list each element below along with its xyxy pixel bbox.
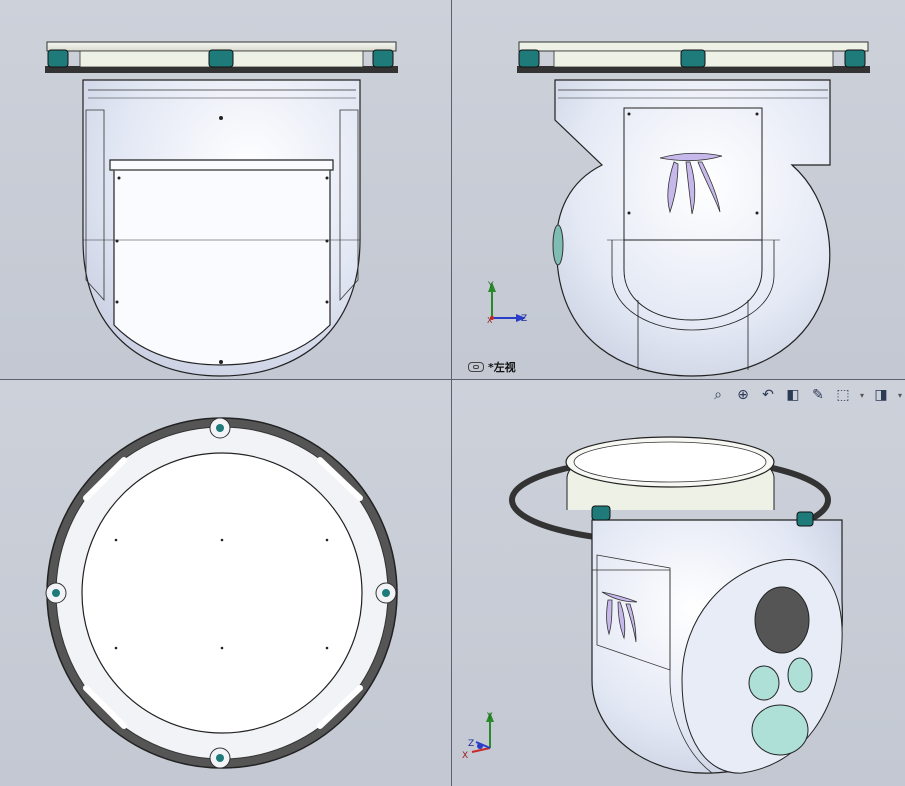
camera-lens [754,586,810,654]
triad-x-label: X [487,316,493,325]
front-view-drawing [45,41,398,377]
triad-z-label: Z [468,739,474,749]
triad-x-label: X [462,751,468,761]
view-name-label: *左视 [468,359,516,375]
triad-y-label: Y [486,712,493,722]
sensor-window-small [748,665,780,701]
link-view-icon [468,362,484,372]
view-name-text: *左视 [488,361,516,374]
sensor-window [109,159,334,366]
top-view-viewport[interactable] [0,380,451,786]
left-view-drawing: Y Z X [487,41,870,377]
isometric-view-drawing: Y Z X [462,436,843,774]
gimbal-body-side [554,79,831,377]
sensor-window-small [787,657,813,693]
viewport-divider-vertical[interactable] [451,0,452,786]
sensor-window-large [751,704,809,756]
triad-y-label: Y [487,281,494,291]
isometric-view-viewport[interactable]: ⌕ ⊕ ↶ ◧ ✎ ⬚ ▾ ◨ ▾ Y Z X [452,380,905,786]
front-view-viewport[interactable] [0,0,451,379]
left-view-viewport[interactable]: Y Z X *左视 [452,0,905,379]
viewport-divider-horizontal[interactable] [0,379,905,380]
top-plate [81,452,363,734]
triad-z-label: Z [521,314,527,324]
top-view-drawing [45,417,398,769]
